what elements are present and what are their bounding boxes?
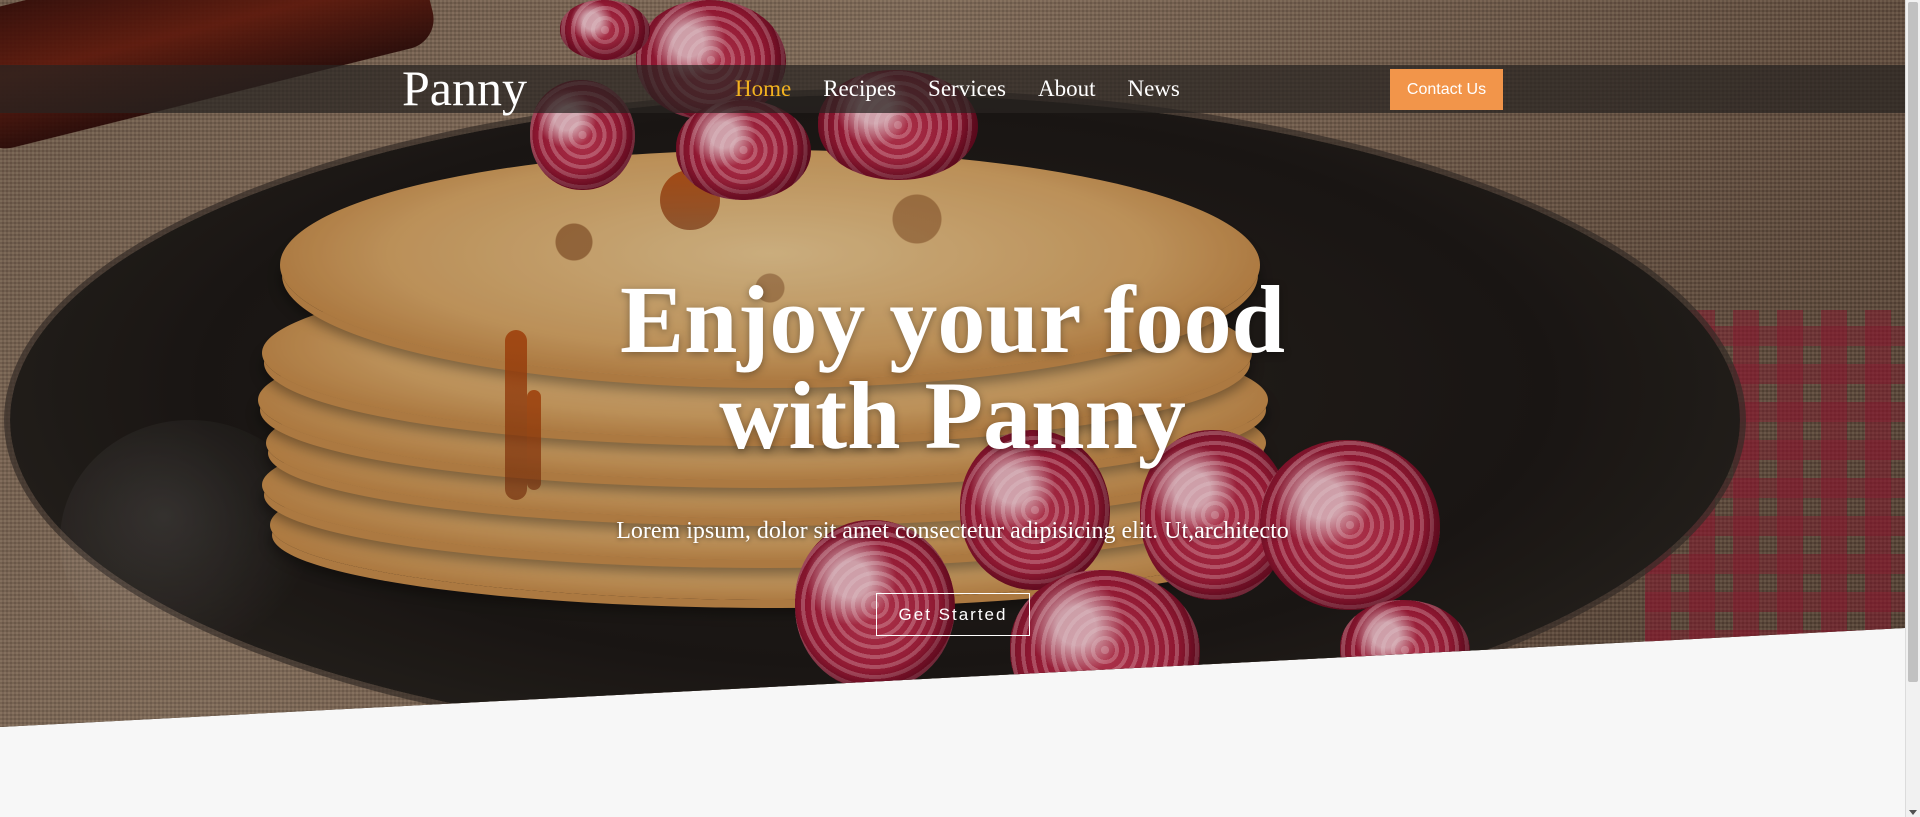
scrollbar-thumb[interactable] — [1908, 2, 1918, 682]
hero-title-line-2: with Panny — [719, 362, 1186, 469]
brand-logo[interactable]: Panny — [402, 60, 527, 116]
nav-menu: Home Recipes Services About News — [735, 72, 1212, 106]
chevron-down-icon[interactable] — [1909, 810, 1917, 815]
nav-item-news[interactable]: News — [1127, 72, 1179, 106]
hero-subtitle: Lorem ipsum, dolor sit amet consectetur … — [616, 518, 1289, 544]
page: Panny Home Recipes Services About News C… — [0, 0, 1905, 817]
contact-us-button[interactable]: Contact Us — [1390, 69, 1503, 110]
hero-title-line-1: Enjoy your food — [619, 266, 1285, 373]
nav-item-about[interactable]: About — [1038, 72, 1096, 106]
nav-item-recipes[interactable]: Recipes — [823, 72, 896, 106]
nav-item-services[interactable]: Services — [928, 72, 1006, 106]
scrollbar[interactable] — [1905, 0, 1920, 817]
nav-item-home[interactable]: Home — [735, 72, 791, 106]
hero-title: Enjoy your food with Panny — [0, 272, 1905, 464]
get-started-button[interactable]: Get Started — [876, 593, 1030, 636]
